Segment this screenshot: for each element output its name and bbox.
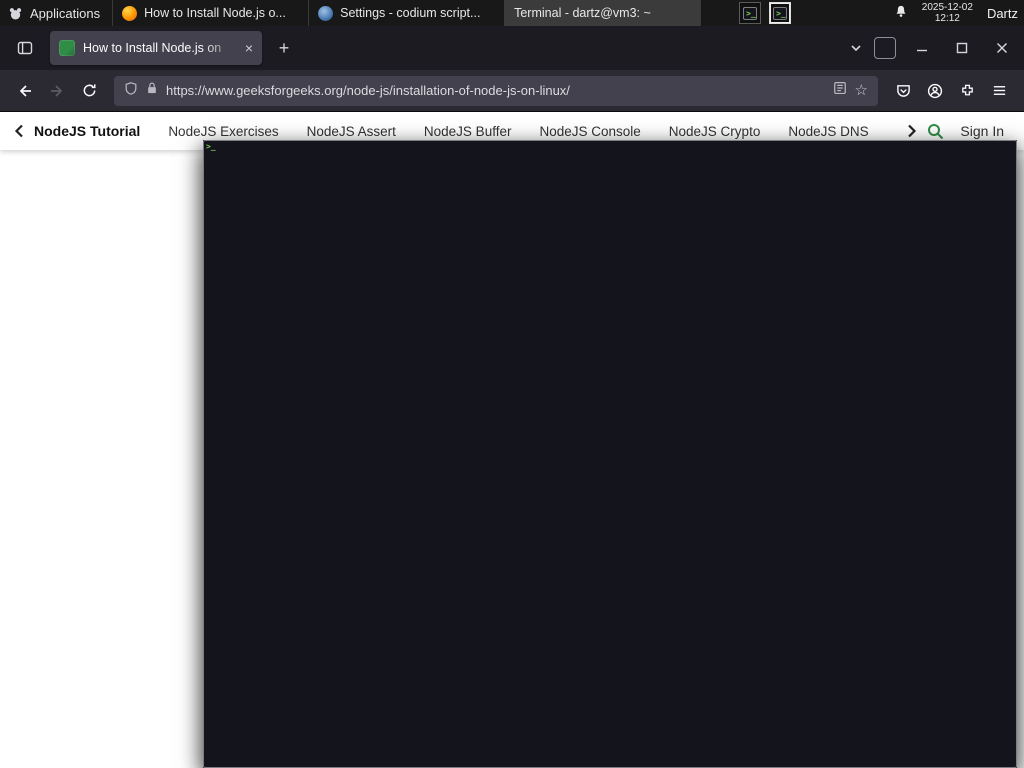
reader-view-icon[interactable] xyxy=(833,81,847,100)
taskbar-window-title: Terminal - dartz@vm3: ~ xyxy=(514,6,651,20)
panel-clock[interactable]: 2025-12-02 12:12 xyxy=(922,2,973,24)
site-nav-links: NodeJS Tutorial NodeJS Exercises NodeJS … xyxy=(34,123,897,139)
taskbar-window-title: Settings - codium script... xyxy=(340,6,481,20)
clock-date: 2025-12-02 xyxy=(921,2,973,13)
desktop: Applications How to Install Node.js o...… xyxy=(0,0,1024,768)
reload-icon[interactable] xyxy=(74,76,104,106)
terminal-glyph-icon xyxy=(773,6,788,20)
browser-tab[interactable]: How to Install Node.js on × xyxy=(50,31,262,65)
site-nav-link[interactable]: NodeJS Exercises xyxy=(168,124,278,139)
applications-label: Applications xyxy=(30,5,101,21)
taskbar: How to Install Node.js o... Settings - c… xyxy=(112,0,1017,768)
firefox-view-icon[interactable] xyxy=(8,33,42,63)
applications-menu-button[interactable]: Applications xyxy=(0,0,112,26)
site-favicon xyxy=(59,40,75,56)
notifications-bell-icon[interactable] xyxy=(894,4,908,22)
tracking-shield-icon[interactable] xyxy=(124,81,138,101)
extensions-icon[interactable] xyxy=(952,76,982,106)
window-minimize-icon[interactable] xyxy=(908,36,936,60)
bookmark-star-icon[interactable]: ☆ xyxy=(855,83,868,98)
search-icon[interactable] xyxy=(927,123,944,140)
titlebar-widget-icon[interactable] xyxy=(874,37,896,59)
taskbar-window-icon xyxy=(122,5,138,21)
tab-title: How to Install Node.js on xyxy=(83,41,222,55)
tray-terminal-icon[interactable] xyxy=(739,2,762,24)
window-maximize-icon[interactable] xyxy=(948,36,976,60)
url-bar[interactable]: https://www.geeksforgeeks.org/node-js/in… xyxy=(114,75,878,106)
pocket-icon[interactable] xyxy=(888,76,918,106)
menu-icon[interactable] xyxy=(984,76,1014,106)
tray-terminal-icon-focused[interactable] xyxy=(769,2,792,24)
new-tab-button[interactable]: + xyxy=(270,34,298,62)
site-nav-link[interactable]: NodeJS Crypto xyxy=(669,124,761,139)
panel-status-area: 2025-12-02 12:12 Dartz xyxy=(886,0,1024,26)
tab-close-icon[interactable]: × xyxy=(245,41,253,55)
window-close-icon[interactable] xyxy=(988,36,1016,60)
site-nav-link[interactable]: NodeJS Assert xyxy=(307,124,396,139)
taskbar-window-button[interactable]: How to Install Node.js o... xyxy=(113,0,310,26)
taskbar-window-icon xyxy=(318,5,334,21)
site-nav-link[interactable]: Node xyxy=(897,124,898,139)
forward-icon[interactable] xyxy=(42,76,72,106)
tabbar-controls xyxy=(850,36,1016,60)
taskbar-window-button[interactable]: Settings - codium script... xyxy=(309,0,506,26)
site-nav-link[interactable]: NodeJS DNS xyxy=(788,124,868,139)
lock-icon[interactable] xyxy=(146,81,158,100)
nav-scroll-right-icon[interactable] xyxy=(907,124,917,138)
site-nav-link[interactable]: NodeJS Buffer xyxy=(424,124,512,139)
taskbar-window-button[interactable]: Terminal - dartz@vm3: ~ xyxy=(203,0,1017,768)
panel-username: Dartz xyxy=(986,5,1018,21)
site-nav-link[interactable]: NodeJS Console xyxy=(539,124,640,139)
browser-tab-bar: How to Install Node.js on × + xyxy=(0,26,1024,70)
panel-tray xyxy=(739,0,792,26)
browser-navigation-toolbar: https://www.geeksforgeeks.org/node-js/in… xyxy=(0,70,1024,112)
list-all-tabs-chevron-icon[interactable] xyxy=(850,42,862,54)
site-nav-link[interactable]: NodeJS Tutorial xyxy=(34,123,140,139)
taskbar-window-title: How to Install Node.js o... xyxy=(144,6,286,20)
account-icon[interactable] xyxy=(920,76,950,106)
terminal-glyph-icon xyxy=(743,6,758,20)
sign-in-button[interactable]: Sign In xyxy=(960,123,1004,139)
applications-icon xyxy=(8,6,23,21)
url-text: https://www.geeksforgeeks.org/node-js/in… xyxy=(166,83,570,98)
desktop-panel: Applications How to Install Node.js o...… xyxy=(0,0,1024,768)
nav-scroll-left-icon[interactable] xyxy=(14,124,24,138)
clock-time: 12:12 xyxy=(934,13,960,24)
back-icon[interactable] xyxy=(10,76,40,106)
